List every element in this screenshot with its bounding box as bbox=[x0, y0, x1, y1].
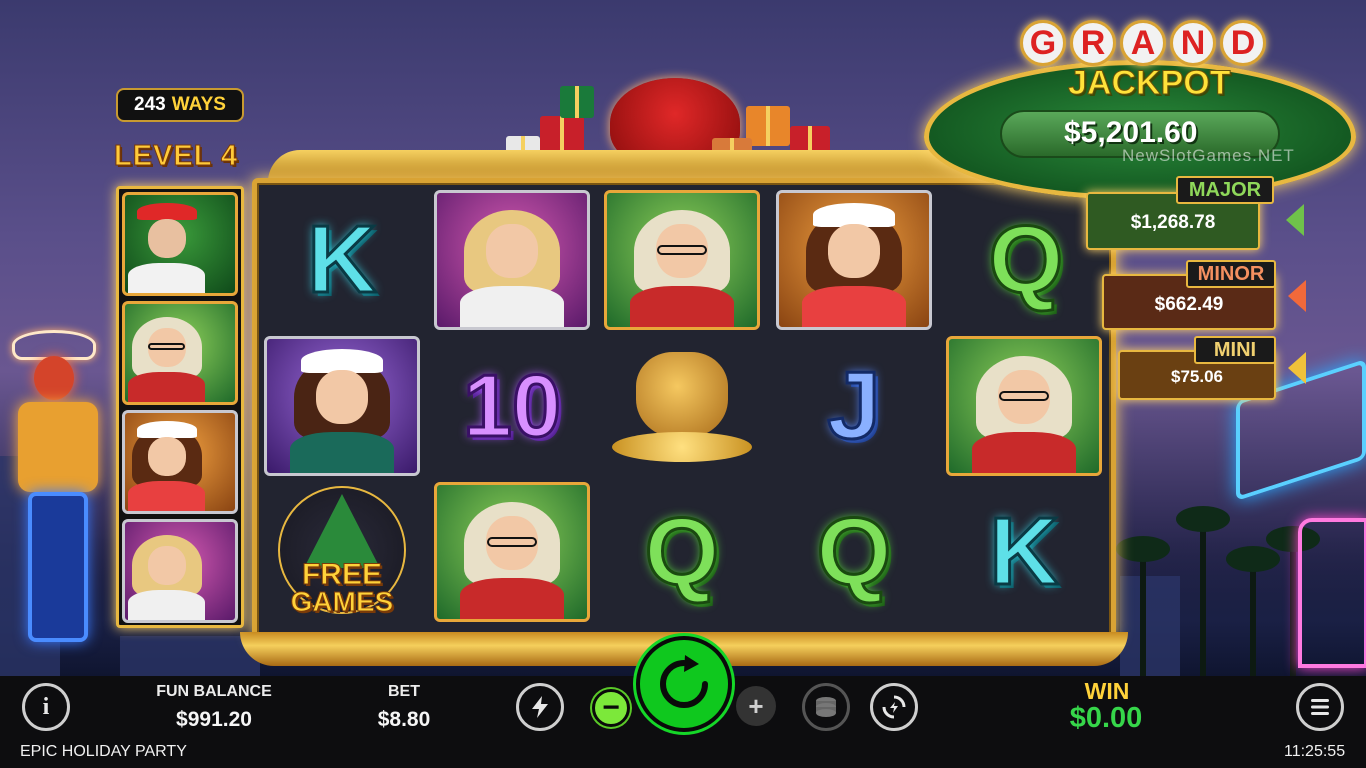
grand-letter: R bbox=[1070, 20, 1116, 66]
info-button[interactable]: i bbox=[22, 683, 70, 731]
ways-number: 243 bbox=[134, 94, 166, 115]
grand-letter: D bbox=[1220, 20, 1266, 66]
palm-tree bbox=[1116, 536, 1170, 676]
neon-cowboy-sign bbox=[4, 330, 114, 670]
chevron-left-icon bbox=[1286, 204, 1304, 236]
palm-tree bbox=[1266, 526, 1320, 676]
gift-icon bbox=[560, 86, 594, 118]
symbol-k: K bbox=[988, 498, 1060, 605]
decrease-bet-button[interactable]: − bbox=[592, 689, 630, 727]
autoplay-icon[interactable] bbox=[870, 683, 918, 731]
symbol-q: Q bbox=[643, 498, 721, 605]
symbol-glasses-lady bbox=[604, 190, 760, 330]
symbol-glasses-lady bbox=[122, 301, 238, 405]
symbol-blonde-lady bbox=[122, 519, 238, 623]
symbol-santa-hat-lady-purple bbox=[264, 336, 420, 476]
symbol-santa-hat-lady bbox=[776, 190, 932, 330]
grand-jackpot-value: $5,201.60 bbox=[1064, 116, 1198, 149]
clock: 11:25:55 bbox=[1284, 743, 1346, 760]
side-reel bbox=[116, 186, 244, 628]
symbol-glasses-lady bbox=[434, 482, 590, 622]
symbol-j: J bbox=[826, 352, 882, 459]
increase-bet-button[interactable]: + bbox=[736, 686, 776, 726]
bet-value: $8.80 bbox=[377, 708, 431, 731]
fun-balance-value: $991.20 bbox=[176, 708, 252, 731]
chevron-left-icon bbox=[1288, 280, 1306, 312]
grand-letter: A bbox=[1120, 20, 1166, 66]
palm-tree bbox=[1226, 546, 1280, 676]
symbol-santa-hat-lady bbox=[122, 410, 238, 514]
watermark: NewSlotGames.NET bbox=[1122, 146, 1295, 165]
palm-tree bbox=[1176, 506, 1230, 676]
grand-title: G R A N D bbox=[1020, 20, 1266, 66]
ways-word: WAYS bbox=[171, 94, 226, 115]
building bbox=[1120, 576, 1180, 676]
symbol-blonde-lady bbox=[434, 190, 590, 330]
symbol-q: Q bbox=[987, 206, 1065, 313]
symbol-free-games: FREE GAMES bbox=[264, 484, 420, 624]
symbol-glasses-lady bbox=[946, 336, 1102, 476]
jackpot-label: JACKPOT bbox=[1067, 64, 1231, 103]
symbol-k: K bbox=[306, 206, 378, 313]
coin-stack-icon[interactable] bbox=[802, 683, 850, 731]
major-label: MAJOR bbox=[1176, 176, 1274, 204]
fun-balance-label: FUN BALANCE bbox=[156, 683, 272, 700]
turbo-lightning-icon[interactable] bbox=[516, 683, 564, 731]
refresh-icon bbox=[660, 655, 708, 708]
game-title: EPIC HOLIDAY PARTY bbox=[20, 743, 187, 760]
ways-badge: 243 WAYS bbox=[116, 88, 244, 122]
win-label: WIN bbox=[1084, 678, 1130, 704]
spin-button[interactable] bbox=[636, 636, 732, 732]
mini-label: MINI bbox=[1194, 336, 1276, 364]
menu-button[interactable] bbox=[1296, 683, 1344, 731]
grand-letter: G bbox=[1020, 20, 1066, 66]
symbol-santa bbox=[122, 192, 238, 296]
mini-value: $75.06 bbox=[1171, 367, 1223, 386]
neon-sign-pink bbox=[1298, 518, 1366, 668]
bet-label: BET bbox=[388, 683, 420, 700]
gift-icon bbox=[746, 106, 790, 146]
minor-label: MINOR bbox=[1186, 260, 1276, 288]
symbol-q: Q bbox=[815, 498, 893, 605]
minor-value: $662.49 bbox=[1154, 294, 1224, 315]
symbol-10: 10 bbox=[462, 356, 563, 455]
symbol-gold-coin-bag bbox=[604, 336, 760, 476]
major-value: $1,268.78 bbox=[1130, 212, 1216, 233]
win-value: $0.00 bbox=[1069, 702, 1143, 734]
level-label: LEVEL 4 bbox=[114, 140, 239, 173]
chevron-left-icon bbox=[1288, 352, 1306, 384]
building bbox=[120, 636, 260, 676]
menu-icon bbox=[1311, 699, 1329, 715]
grand-letter: N bbox=[1170, 20, 1216, 66]
